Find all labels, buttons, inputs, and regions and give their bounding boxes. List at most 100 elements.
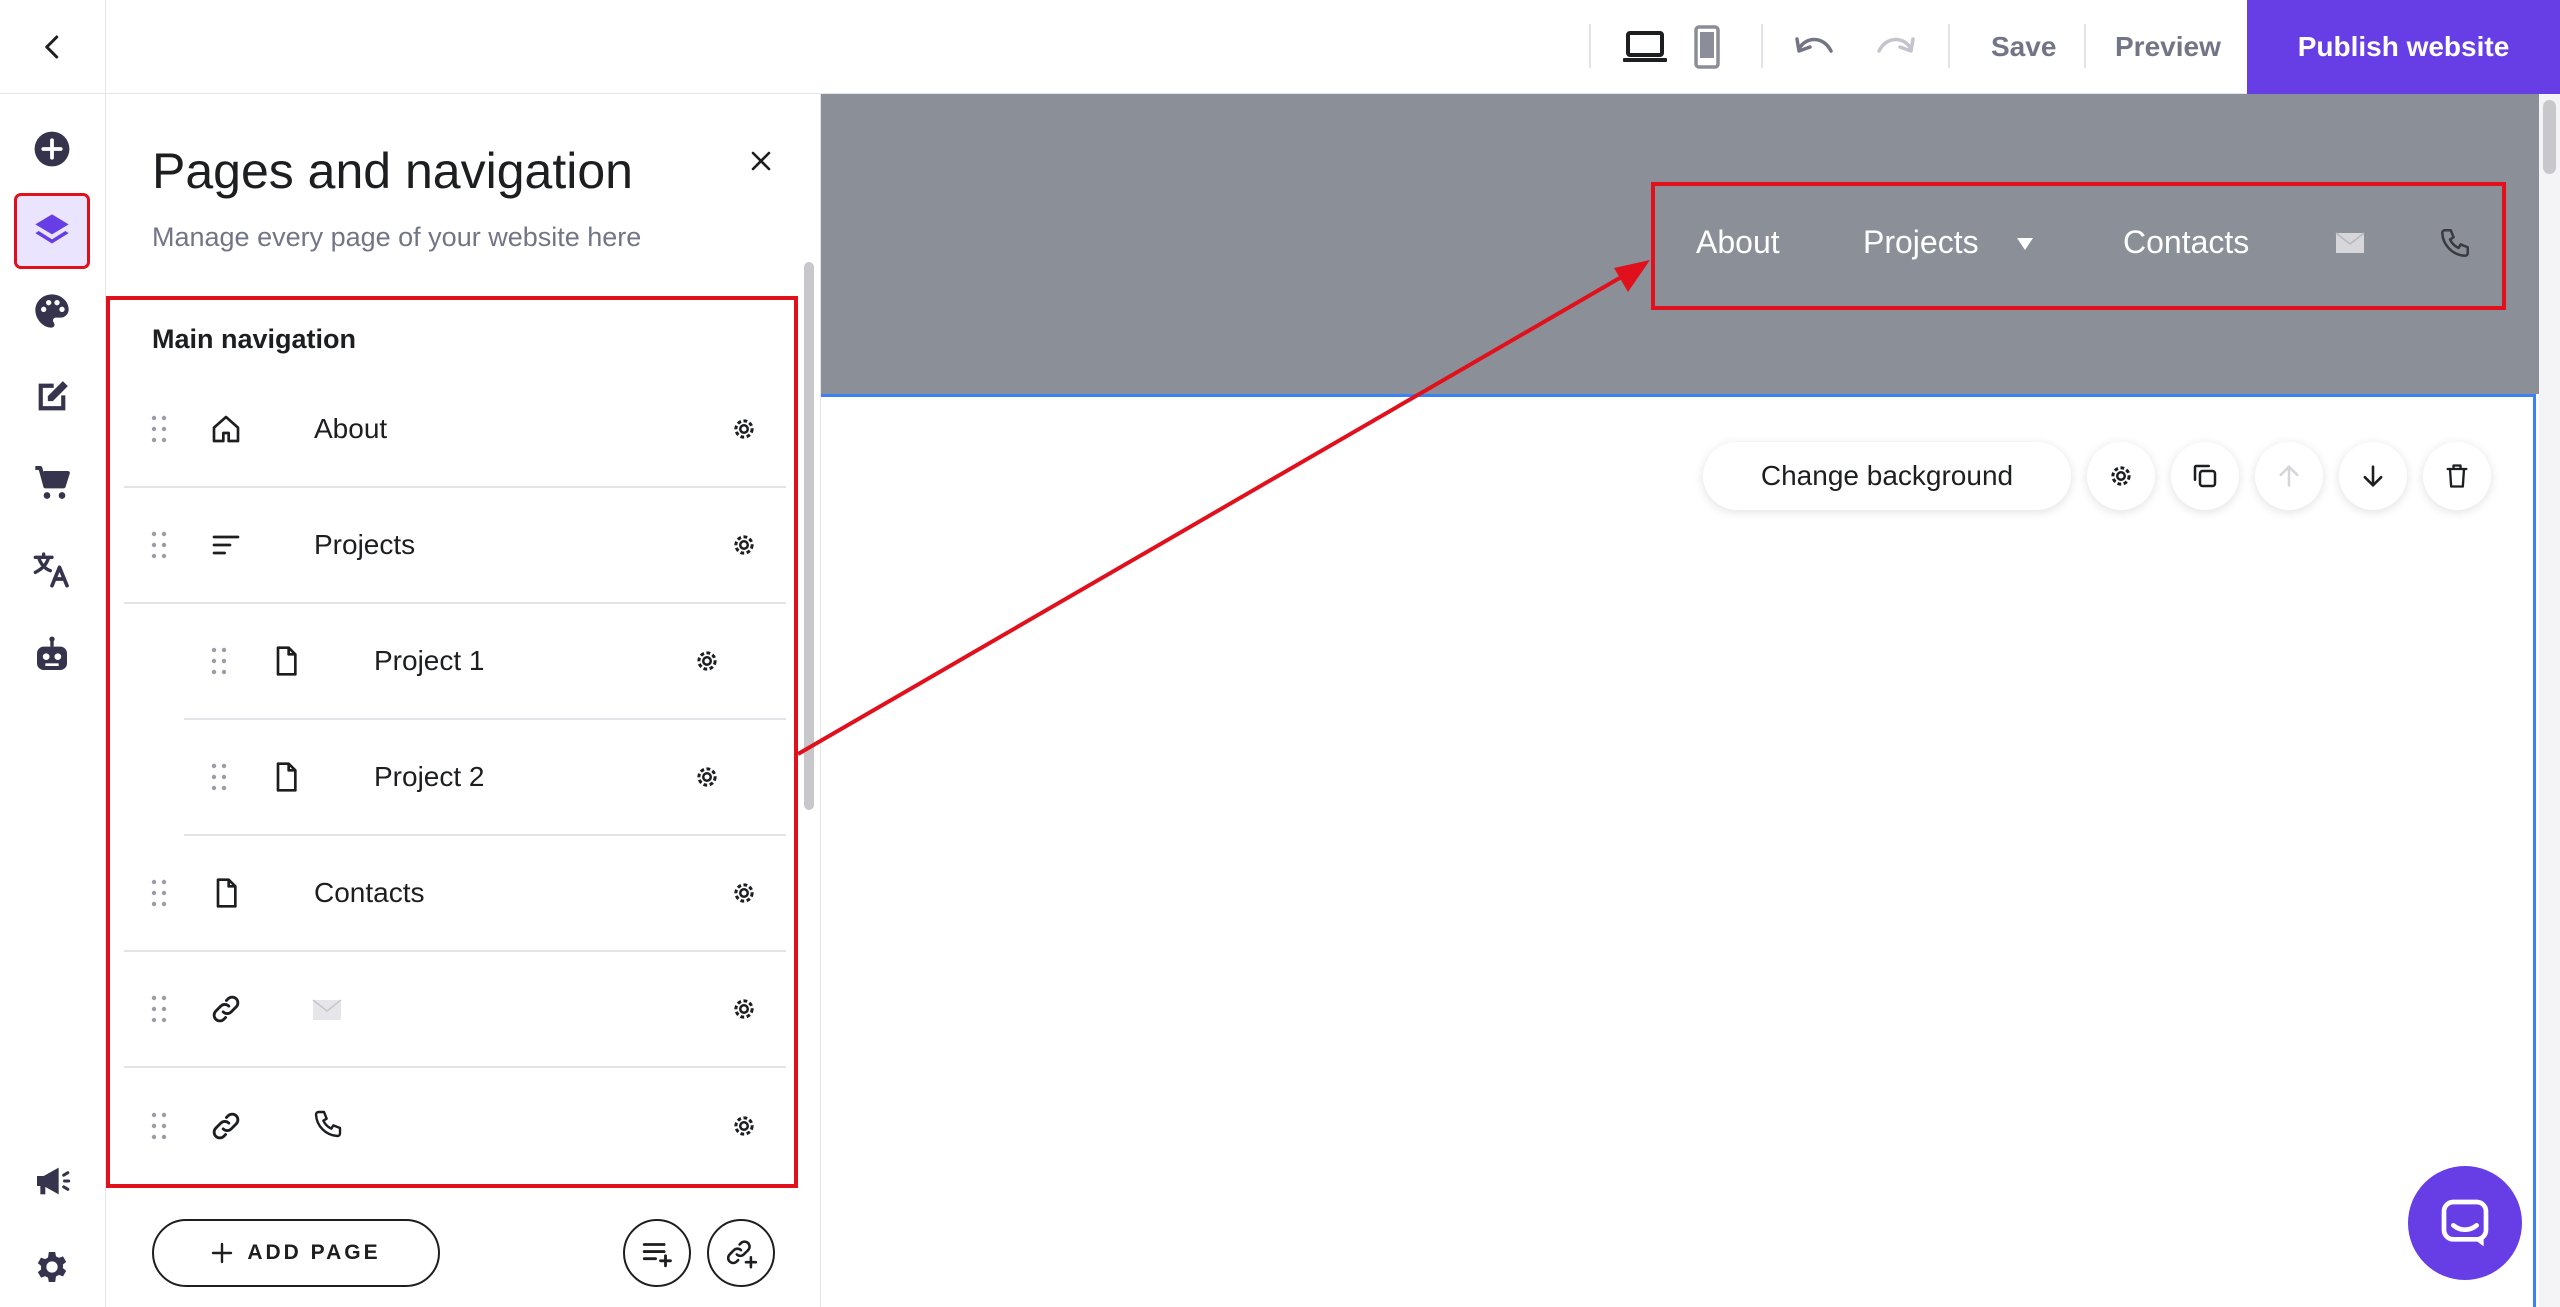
panel-scrollbar[interactable] [804, 262, 814, 810]
mobile-view-button[interactable] [1682, 22, 1732, 72]
nav-item-phone-link[interactable] [124, 1068, 786, 1184]
section-settings-button[interactable] [2087, 442, 2155, 510]
gear-icon[interactable] [687, 757, 727, 797]
canvas-scrollbar-track[interactable] [2539, 94, 2560, 1307]
store-button[interactable] [17, 448, 87, 518]
add-section-button[interactable] [17, 114, 87, 184]
edit-icon [38, 381, 68, 411]
page-icon [266, 757, 306, 797]
gear-icon[interactable] [724, 409, 764, 449]
mobile-icon [1694, 25, 1720, 69]
ai-tools-button[interactable] [17, 620, 87, 690]
nav-item-email-link[interactable] [124, 952, 786, 1068]
gear-icon[interactable] [687, 641, 727, 681]
triangle-down-icon[interactable] [2015, 236, 2035, 257]
save-button[interactable]: Save [1991, 0, 2056, 94]
delete-section-button[interactable] [2423, 442, 2491, 510]
chevron-left-icon [44, 35, 58, 59]
nav-item-project-1[interactable]: Project 1 [184, 604, 786, 720]
trash-icon [2446, 464, 2468, 488]
nav-item-about[interactable]: About [124, 372, 786, 488]
phone-icon[interactable] [2438, 226, 2472, 265]
website-canvas[interactable]: About Projects Contacts Change backgroun… [821, 94, 2539, 1307]
link-icon [206, 1106, 246, 1146]
layers-icon [35, 214, 69, 244]
robot-icon [37, 636, 67, 670]
gear-icon[interactable] [724, 525, 764, 565]
undo-icon [1795, 37, 1833, 53]
page-icon [206, 873, 246, 913]
gear-icon [37, 1252, 67, 1282]
megaphone-icon [37, 1167, 71, 1195]
nav-item-label: Project 1 [374, 645, 485, 676]
toolbar-divider [1948, 24, 1950, 68]
nav-item-project-2[interactable]: Project 2 [184, 720, 786, 836]
drag-handle-icon[interactable] [144, 1106, 174, 1146]
drag-handle-icon[interactable] [204, 757, 234, 797]
move-section-up-button[interactable] [2255, 442, 2323, 510]
gear-icon[interactable] [724, 873, 764, 913]
cart-icon [35, 466, 70, 499]
drag-handle-icon[interactable] [144, 873, 174, 913]
styles-button[interactable] [17, 276, 87, 346]
move-section-down-button[interactable] [2339, 442, 2407, 510]
drag-handle-icon[interactable] [204, 641, 234, 681]
change-background-label: Change background [1760, 460, 2014, 491]
add-dropdown-icon [642, 1243, 672, 1268]
toolbar-divider [1589, 24, 1591, 68]
canvas-scrollbar-thumb[interactable] [2543, 100, 2556, 174]
palette-icon [35, 294, 69, 328]
arrow-down-icon [2363, 465, 2383, 487]
preview-button[interactable]: Preview [2115, 0, 2221, 94]
marketing-button[interactable] [17, 1146, 87, 1216]
gear-icon [2111, 466, 2131, 486]
close-icon [751, 151, 771, 171]
translate-button[interactable] [17, 534, 87, 604]
envelope-icon[interactable] [2335, 232, 2365, 259]
panel-title: Pages and navigation [152, 143, 633, 199]
duplicate-section-button[interactable] [2171, 442, 2239, 510]
close-panel-button[interactable] [736, 136, 786, 186]
drag-handle-icon[interactable] [144, 989, 174, 1029]
nav-item-contacts[interactable]: Contacts [124, 836, 786, 952]
nav-item-projects[interactable]: Projects [124, 488, 786, 604]
site-nav-about[interactable]: About [1696, 224, 1780, 261]
top-bar: Save Preview Publish website [0, 0, 2560, 94]
blog-button[interactable] [17, 362, 87, 432]
nav-item-label: Projects [314, 529, 416, 560]
redo-button[interactable] [1870, 22, 1920, 72]
laptop-icon [1623, 31, 1667, 62]
site-nav-contacts[interactable]: Contacts [2123, 224, 2249, 261]
gear-icon[interactable] [724, 1106, 764, 1146]
pages-navigation-button[interactable] [14, 193, 90, 269]
folder-list-icon [206, 525, 246, 565]
desktop-view-button[interactable] [1620, 22, 1670, 72]
add-page-label: ADD PAGE [247, 1241, 381, 1264]
home-icon [206, 409, 246, 449]
publish-website-button[interactable]: Publish website [2247, 0, 2560, 94]
nav-item-label: Project 2 [374, 761, 485, 792]
chat-button[interactable] [2408, 1166, 2522, 1280]
redo-icon [1877, 37, 1915, 53]
add-page-button[interactable]: ADD PAGE [152, 1219, 440, 1287]
settings-button[interactable] [17, 1232, 87, 1302]
back-button[interactable] [0, 0, 106, 94]
drag-handle-icon[interactable] [144, 409, 174, 449]
add-link-button[interactable] [707, 1219, 775, 1287]
chat-icon [2441, 1199, 2489, 1247]
add-dropdown-button[interactable] [623, 1219, 691, 1287]
left-rail [0, 94, 106, 1307]
add-circle-icon [34, 131, 70, 167]
page-icon [266, 641, 306, 681]
site-nav-projects[interactable]: Projects [1863, 224, 1979, 261]
change-background-button[interactable]: Change background [1703, 442, 2071, 510]
toolbar-divider [2084, 24, 2086, 68]
drag-handle-icon[interactable] [144, 525, 174, 565]
undo-button[interactable] [1790, 22, 1840, 72]
add-link-icon [726, 1240, 758, 1269]
gear-icon[interactable] [724, 989, 764, 1029]
arrow-up-icon [2279, 465, 2299, 487]
plus-icon [212, 1242, 233, 1264]
nav-item-label: About [314, 413, 388, 444]
phone-icon [312, 1108, 344, 1147]
